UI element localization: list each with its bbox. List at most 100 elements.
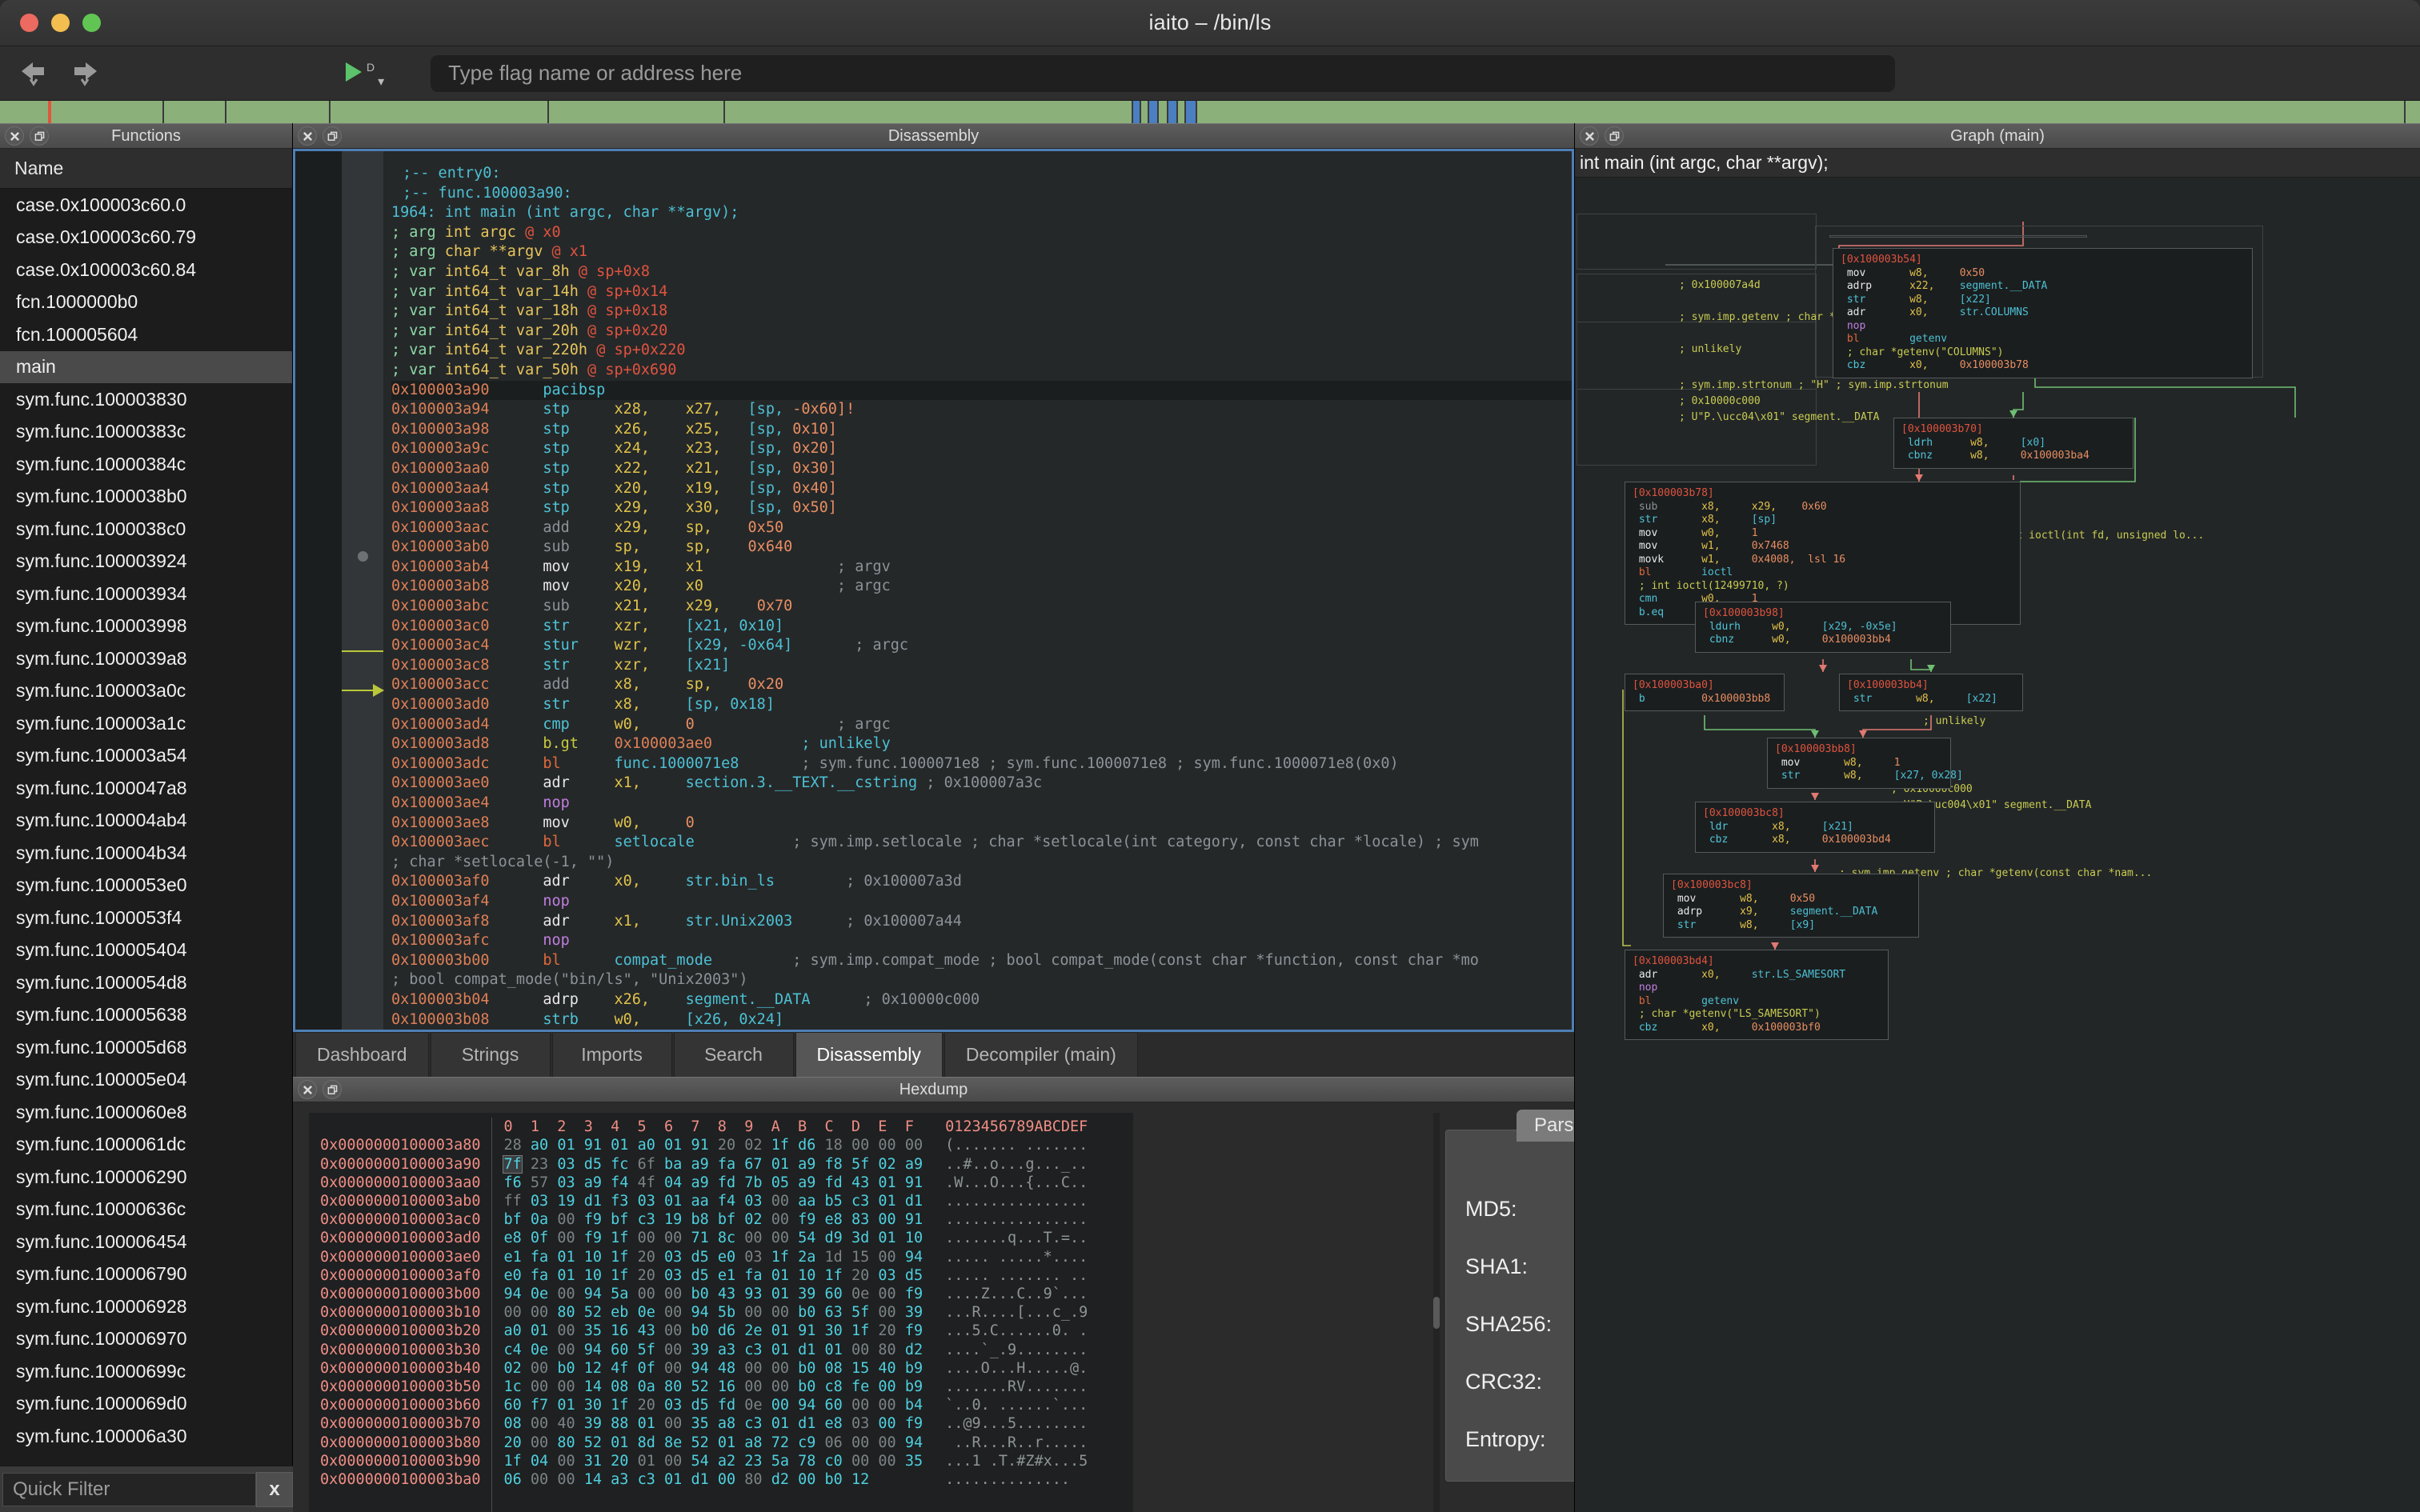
- hexdump-byte[interactable]: 00: [851, 1453, 869, 1470]
- hexdump-byte[interactable]: b0: [557, 1360, 575, 1377]
- colorbar-segment[interactable]: [1133, 101, 1141, 123]
- hexdump-byte[interactable]: e1: [718, 1267, 735, 1284]
- hexdump-byte[interactable]: fe: [851, 1378, 869, 1395]
- disassembly-line[interactable]: 0x100003ad0 str x8, [sp, 0x18]: [391, 695, 1572, 715]
- hexdump-byte[interactable]: c3: [744, 1342, 762, 1358]
- hexdump-byte[interactable]: 35: [905, 1453, 923, 1470]
- graph-node[interactable]: [0x100003bc8] ldr x8, [x21] cbz x8, 0x10…: [1695, 802, 1935, 853]
- hexdump-ascii-row[interactable]: ................: [945, 1210, 1088, 1229]
- disassembly-line[interactable]: 0x100003ae0 adr x1, section.3.__TEXT.__c…: [391, 774, 1572, 794]
- hexdump-byte[interactable]: 01: [878, 1230, 895, 1246]
- hexdump-byte[interactable]: fa: [744, 1267, 762, 1284]
- hexdump-byte[interactable]: 12: [584, 1360, 602, 1377]
- hexdump-byte[interactable]: 0f: [638, 1360, 655, 1377]
- hexdump-byte[interactable]: 04: [664, 1174, 682, 1191]
- hexdump-ascii-row[interactable]: ....Z...C..9`...: [945, 1285, 1088, 1303]
- tab-decompiler-main[interactable]: Decompiler (main): [944, 1032, 1138, 1078]
- colorbar-segment[interactable]: [549, 101, 725, 123]
- hexdump-byte[interactable]: a0: [531, 1137, 548, 1154]
- quick-filter-clear-button[interactable]: x: [256, 1471, 293, 1507]
- hexdump-byte[interactable]: 00: [771, 1193, 789, 1210]
- hexdump-byte[interactable]: 00: [664, 1453, 682, 1470]
- graph-node[interactable]: [0x100003b98] ldurh w0, [x29, -0x5e] cbn…: [1695, 602, 1951, 653]
- graph-node[interactable]: [0x100003bd4] adr x0, str.LS_SAMESORT no…: [1625, 950, 1889, 1040]
- hexdump-byte[interactable]: d2: [905, 1342, 923, 1358]
- hexdump-byte-row[interactable]: a0 01 00 35 16 43 00 b0 d6 2e 01 91 30 1…: [503, 1322, 923, 1340]
- hexdump-byte[interactable]: 10: [584, 1249, 602, 1266]
- disassembly-line[interactable]: 0x100003ab0 sub sp, sp, 0x640: [391, 538, 1572, 558]
- hexdump-byte[interactable]: 00: [664, 1286, 682, 1302]
- hexdump-byte[interactable]: 1f: [825, 1267, 843, 1284]
- hexdump-byte[interactable]: 19: [664, 1211, 682, 1228]
- hexdump-byte[interactable]: 00: [771, 1211, 789, 1228]
- disassembly-line[interactable]: 0x100003af4 nop: [391, 892, 1572, 912]
- functions-list[interactable]: case.0x100003c60.0 case.0x100003c60.79 cas…: [0, 189, 292, 1512]
- graph-node[interactable]: [0x100003bc8] mov w8, 0x50 adrp x9, segm…: [1663, 874, 1919, 938]
- hexdump-byte[interactable]: 91: [584, 1137, 602, 1154]
- hexdump-byte[interactable]: 20: [851, 1267, 869, 1284]
- hexdump-byte-row[interactable]: e8 0f 00 f9 1f 00 00 71 8c 00 00 54 d9 3…: [503, 1229, 923, 1247]
- info-panel-tabs[interactable]: Parsing Information: [1517, 1110, 1574, 1142]
- hexdump-byte-row[interactable]: 02 00 b0 12 4f 0f 00 94 48 00 00 b0 08 1…: [503, 1359, 923, 1378]
- float-panel-icon[interactable]: [1605, 126, 1624, 146]
- graph-node[interactable]: [0x100003b70] ldrh w8, [x0] cbnz w8, 0x1…: [1893, 418, 2134, 469]
- hexdump-byte[interactable]: 03: [744, 1193, 762, 1210]
- list-item[interactable]: sym.func.100004b34: [0, 837, 292, 870]
- hexdump-byte[interactable]: 00: [557, 1378, 575, 1395]
- disassembly-line[interactable]: 0x100003aa4 stp x20, x19, [sp, 0x40]: [391, 479, 1572, 499]
- hexdump-byte[interactable]: 39: [691, 1342, 708, 1358]
- disassembly-line[interactable]: 0x100003af8 adr x1, str.Unix2003 ; 0x100…: [391, 912, 1572, 932]
- hexdump-byte[interactable]: 10: [798, 1267, 815, 1284]
- hexdump-byte[interactable]: 0e: [851, 1286, 869, 1302]
- hexdump-byte[interactable]: 39: [584, 1415, 602, 1432]
- hexdump-byte[interactable]: 23: [744, 1453, 762, 1470]
- hexdump-byte[interactable]: 60: [825, 1286, 843, 1302]
- hexdump-byte[interactable]: 91: [691, 1137, 708, 1154]
- hexdump-byte[interactable]: 80: [557, 1434, 575, 1451]
- hexdump-byte[interactable]: 01: [664, 1471, 682, 1488]
- hexdump-byte[interactable]: 6f: [638, 1156, 655, 1173]
- hexdump-byte[interactable]: 94: [905, 1434, 923, 1451]
- disassembly-line[interactable]: 0x100003adc bl func.1000071e8 ; sym.func…: [391, 754, 1572, 774]
- list-item[interactable]: sym.func.1000039a8: [0, 642, 292, 675]
- hexdump-byte[interactable]: e0: [718, 1249, 735, 1266]
- hexdump-byte[interactable]: 91: [905, 1211, 923, 1228]
- hexdump-byte[interactable]: 20: [878, 1322, 895, 1339]
- hexdump-byte[interactable]: 31: [584, 1453, 602, 1470]
- hexdump-byte[interactable]: 91: [798, 1322, 815, 1339]
- hexdump-byte[interactable]: 43: [718, 1286, 735, 1302]
- hexdump-byte[interactable]: d6: [718, 1322, 735, 1339]
- hexdump-byte-row[interactable]: e1 fa 01 10 1f 20 03 d5 e0 03 1f 2a 1d 1…: [503, 1248, 923, 1266]
- hexdump-byte[interactable]: 63: [825, 1304, 843, 1321]
- hexdump-byte[interactable]: 8e: [664, 1434, 682, 1451]
- hexdump-byte[interactable]: 03: [744, 1249, 762, 1266]
- hexdump-byte[interactable]: 00: [878, 1397, 895, 1414]
- hexdump-byte[interactable]: f9: [905, 1415, 923, 1432]
- disassembly-line[interactable]: 0x100003ab8 mov x20, x0 ; argc: [391, 577, 1572, 597]
- hexdump-byte[interactable]: fd: [718, 1174, 735, 1191]
- hexdump-byte[interactable]: 54: [798, 1230, 815, 1246]
- list-item[interactable]: sym.func.10000384c: [0, 448, 292, 481]
- hexdump-byte[interactable]: 00: [851, 1397, 869, 1414]
- hexdump-byte[interactable]: 5f: [851, 1156, 869, 1173]
- hexdump-byte[interactable]: 01: [771, 1415, 789, 1432]
- hexdump-byte-row[interactable]: e0 fa 01 10 1f 20 03 d5 e1 fa 01 10 1f 2…: [503, 1266, 923, 1285]
- chevron-down-icon[interactable]: ▾: [378, 74, 384, 90]
- hexdump-byte[interactable]: 00: [905, 1137, 923, 1154]
- close-panel-icon[interactable]: [5, 126, 24, 146]
- tab-dashboard[interactable]: Dashboard: [295, 1032, 429, 1078]
- hexdump-byte[interactable]: 52: [584, 1434, 602, 1451]
- list-item[interactable]: sym.func.10000636c: [0, 1194, 292, 1226]
- disassembly-line[interactable]: ; var int64_t var_50h @ sp+0x690: [391, 361, 1572, 381]
- hexdump-byte[interactable]: 00: [557, 1342, 575, 1358]
- hexdump-byte[interactable]: aa: [798, 1193, 815, 1210]
- hexdump-byte-row[interactable]: 94 0e 00 94 5a 00 00 b0 43 93 01 39 60 0…: [503, 1285, 923, 1303]
- list-item[interactable]: sym.func.100003924: [0, 546, 292, 578]
- hexdump-byte[interactable]: b0: [798, 1304, 815, 1321]
- hexdump-byte[interactable]: 2a: [798, 1249, 815, 1266]
- hexdump-byte[interactable]: d5: [691, 1267, 708, 1284]
- list-item[interactable]: sym.func.10000383c: [0, 416, 292, 449]
- tab-disassembly[interactable]: Disassembly: [795, 1032, 943, 1078]
- hexdump-byte[interactable]: bf: [611, 1211, 628, 1228]
- disassembly-line[interactable]: ; var int64_t var_8h @ sp+0x8: [391, 262, 1572, 282]
